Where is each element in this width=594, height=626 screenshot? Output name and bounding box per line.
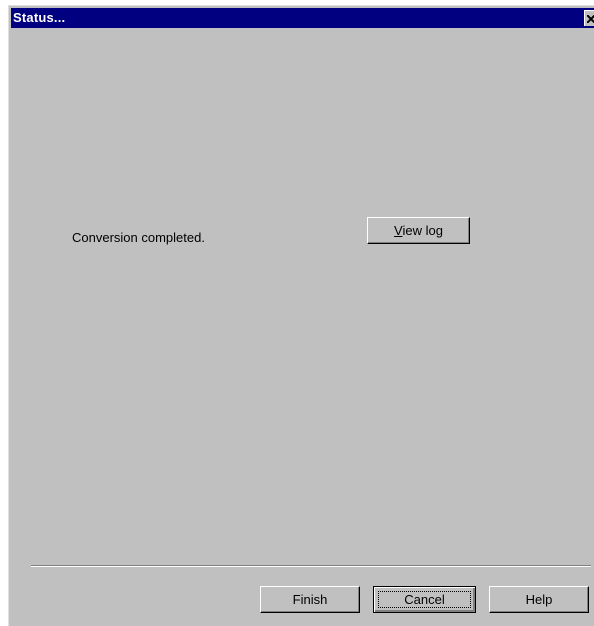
- view-log-button[interactable]: View log: [367, 217, 470, 244]
- status-message: Conversion completed.: [72, 230, 205, 245]
- view-log-label: iew log: [402, 222, 443, 238]
- finish-label: Finish: [292, 591, 328, 607]
- cancel-button[interactable]: Cancel: [373, 586, 476, 613]
- help-button[interactable]: Help: [489, 586, 589, 613]
- window-title: Status...: [13, 10, 66, 25]
- close-button[interactable]: [584, 10, 594, 26]
- help-label: Help: [525, 591, 553, 607]
- title-bar[interactable]: Status...: [11, 8, 594, 28]
- footer-separator: [31, 565, 591, 567]
- status-dialog: Status... Conversion completed. View log…: [8, 5, 594, 626]
- close-icon: [587, 15, 594, 23]
- cancel-label: Cancel: [404, 591, 445, 607]
- finish-button[interactable]: Finish: [260, 586, 360, 613]
